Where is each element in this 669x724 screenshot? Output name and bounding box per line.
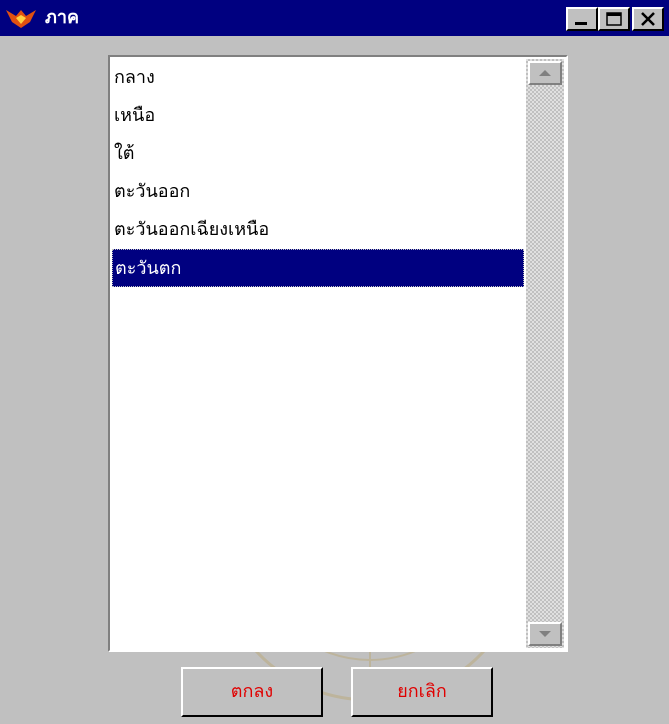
cancel-button[interactable]: ยกเลิก: [351, 667, 493, 717]
list-item[interactable]: ตะวันออก: [112, 173, 524, 211]
region-listbox[interactable]: กลาง เหนือ ใต้ ตะวันออก ตะวันออกเฉียงเหน…: [108, 55, 568, 652]
scroll-down-button[interactable]: [528, 622, 562, 646]
app-icon: [4, 6, 38, 30]
list-item-selected[interactable]: ตะวันตก: [112, 249, 524, 287]
scroll-up-button[interactable]: [528, 61, 562, 85]
arrow-up-icon: [539, 70, 551, 76]
list-item[interactable]: ใต้: [112, 135, 524, 173]
minimize-button[interactable]: [566, 7, 598, 31]
close-button[interactable]: [632, 7, 664, 31]
title-bar[interactable]: ภาค: [0, 0, 669, 36]
list-item[interactable]: ตะวันออกเฉียงเหนือ: [112, 211, 524, 249]
vertical-scrollbar[interactable]: [526, 59, 564, 648]
list-item[interactable]: กลาง: [112, 59, 524, 97]
maximize-button[interactable]: [598, 7, 630, 31]
arrow-down-icon: [539, 631, 551, 637]
window-title: ภาค: [45, 7, 80, 28]
maximize-icon: [606, 12, 622, 26]
list-content: กลาง เหนือ ใต้ ตะวันออก ตะวันออกเฉียงเหน…: [112, 59, 524, 648]
list-item[interactable]: เหนือ: [112, 97, 524, 135]
minimize-icon: [575, 22, 587, 25]
close-icon: [641, 12, 655, 26]
ok-button[interactable]: ตกลง: [181, 667, 323, 717]
